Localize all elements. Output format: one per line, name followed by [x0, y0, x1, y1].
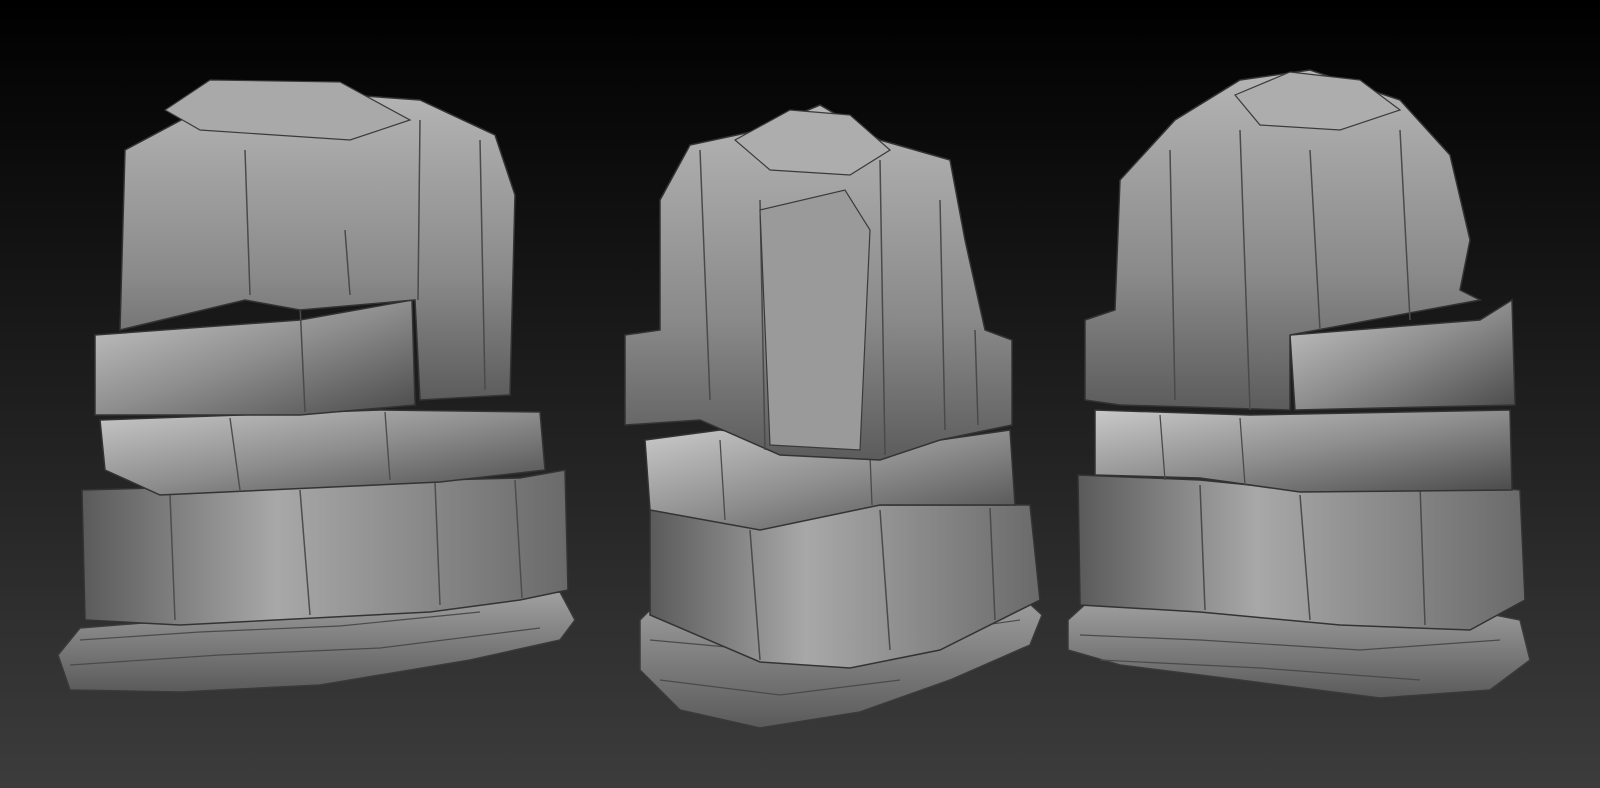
rock-formation-right[interactable] — [1067, 69, 1531, 699]
rock-formation-center[interactable] — [624, 104, 1043, 729]
3d-viewport[interactable] — [0, 0, 1600, 788]
scene-canvas[interactable] — [0, 0, 1600, 788]
rock-formation-left[interactable] — [57, 79, 576, 693]
